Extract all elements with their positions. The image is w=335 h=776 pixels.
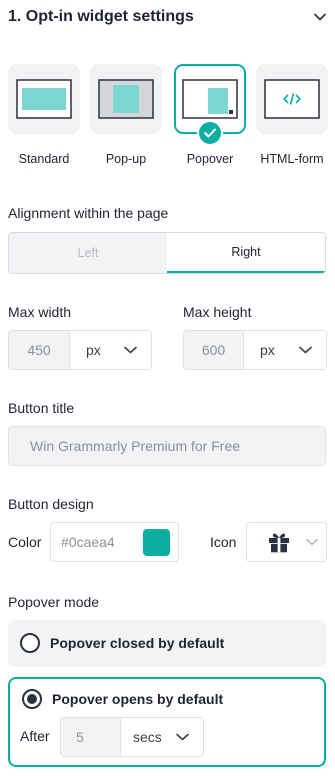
button-title-input[interactable]: Win Grammarly Premium for Free [8,426,326,466]
code-icon [264,79,320,119]
max-width-label: Max width [8,304,72,320]
max-width-input[interactable]: 450 [9,331,70,369]
popover-closed-option[interactable]: Popover closed by default [8,620,326,667]
radio-label: Popover opens by default [52,691,224,707]
chevron-down-icon [299,346,312,354]
delay-field: 5 secs [60,717,204,757]
radio-button-selected[interactable] [22,689,42,709]
radio-row: Popover opens by default [22,689,223,709]
radio-row: Popover closed by default [20,633,224,653]
alignment-option-left[interactable]: Left [9,233,167,273]
after-label: After [20,728,50,744]
popover-layout-icon [182,79,238,119]
unit-label: secs [133,729,162,745]
icon-label: Icon [210,534,237,550]
delay-input[interactable]: 5 [61,718,121,756]
color-picker[interactable]: #0caea4 [50,522,179,562]
button-title-label: Button title [8,400,75,416]
max-height-unit-select[interactable]: px [244,331,326,369]
widget-type-label: Popover [186,152,234,166]
selected-check-icon [197,120,223,146]
icon-select[interactable] [246,522,327,562]
widget-type-label: Standard [18,152,70,166]
max-width-unit-select[interactable]: px [70,331,151,369]
popup-layout-icon [98,79,154,119]
color-label: Color [8,534,42,550]
max-height-field: 600 px [183,330,327,370]
widget-type-label: HTML-form [260,152,324,166]
alignment-label: Alignment within the page [8,205,169,221]
widget-type-html-form[interactable]: HTML-form [256,64,328,166]
unit-label: px [86,342,101,358]
widget-card[interactable] [90,64,162,134]
alignment-toggle: Left Right [8,232,326,274]
color-hex-input[interactable]: #0caea4 [61,534,115,550]
chevron-down-icon[interactable] [313,10,327,24]
chevron-down-icon [176,733,189,741]
max-width-field: 450 px [8,330,152,370]
chevron-down-icon [124,346,137,354]
radio-button[interactable] [20,633,40,653]
widget-type-standard[interactable]: Standard [8,64,80,166]
popover-mode-label: Popover mode [8,594,100,610]
widget-type-selector: Standard Pop-up Popover HTML-form [8,64,328,174]
delay-unit-select[interactable]: secs [121,718,203,756]
popover-opens-option[interactable]: Popover opens by default After 5 secs [8,677,326,767]
color-swatch[interactable] [143,528,170,556]
max-height-label: Max height [183,304,252,320]
alignment-option-right[interactable]: Right [167,233,325,273]
widget-type-label: Pop-up [105,152,147,166]
unit-label: px [260,342,275,358]
widget-type-popover[interactable]: Popover [174,64,246,166]
standard-layout-icon [16,79,72,119]
widget-type-popup[interactable]: Pop-up [90,64,162,166]
widget-card[interactable] [8,64,80,134]
radio-label: Popover closed by default [50,635,225,651]
chevron-down-icon [306,538,318,546]
gift-icon [269,533,289,553]
button-design-label: Button design [8,496,94,512]
max-height-input[interactable]: 600 [184,331,244,369]
section-header[interactable]: 1. Opt-in widget settings [8,0,327,34]
section-title: 1. Opt-in widget settings [8,8,194,25]
widget-card[interactable] [256,64,328,134]
